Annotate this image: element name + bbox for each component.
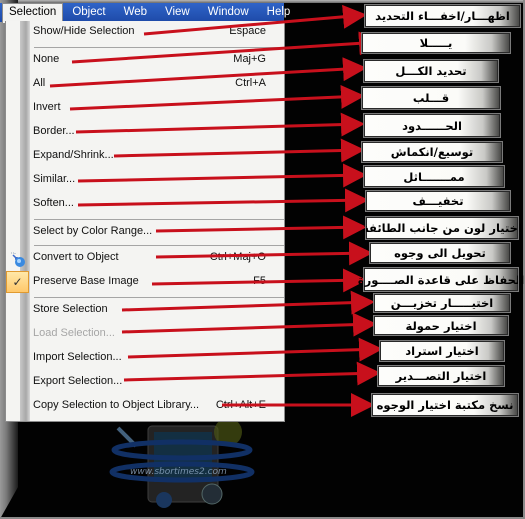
annotation-label: تحديد الكـــل (363, 59, 499, 83)
frame-corner (0, 480, 22, 519)
menu-separator (34, 219, 284, 220)
annotation-label: اختيـــــار تخزيـــن (373, 293, 511, 313)
menu-web[interactable]: Web (115, 3, 156, 22)
convert-to-object-icon (11, 252, 25, 267)
annotation-label: قـــلب (361, 86, 501, 110)
watermark-logo (109, 420, 255, 508)
tutorial-screenshot: www.sbortimes2.com Selection Object Web … (0, 0, 525, 519)
annotation-label: تخفيـــف (365, 190, 511, 212)
annotation-label: اختيار التصـــدير (377, 365, 505, 387)
menu-item-load-selection[interactable]: Load Selection... (6, 323, 284, 347)
menu-item-convert-to-object[interactable]: Convert to Object Ctrl+Maj+O (6, 247, 284, 271)
menu-separator (34, 245, 284, 246)
annotation-label: الحفاظ على قاعدة الصــــورة (358, 267, 524, 292)
annotation-label: توسيع/انكماش (361, 141, 503, 163)
annotation-label: اختيار لون من جانب الطائفة (362, 216, 522, 240)
annotation-label: اظهـــار/اخفـــاء التحديد (364, 4, 521, 28)
menu-item-store-selection[interactable]: Store Selection (6, 299, 284, 323)
annotation-label: اختيار استراد (379, 340, 505, 362)
menu-selection[interactable]: Selection (2, 3, 64, 23)
menu-view[interactable]: View (156, 3, 199, 22)
selection-dropdown-menu: Show/Hide Selection Espace None Maj+G Al… (5, 21, 285, 422)
menu-item-soften[interactable]: Soften... (6, 193, 284, 217)
menu-item-expand-shrink[interactable]: Expand/Shrink... (6, 145, 284, 169)
menu-separator (34, 47, 284, 48)
menu-item-invert[interactable]: Invert (6, 97, 284, 121)
annotation-label: اختيار حمولة (373, 315, 509, 336)
annotation-label: ممـــــــاثل (363, 165, 505, 188)
annotation-label: الحــــــدود (363, 113, 501, 138)
menu-item-import-selection[interactable]: Import Selection... (6, 347, 284, 371)
menu-item-none[interactable]: None Maj+G (6, 49, 284, 73)
menu-separator (34, 297, 284, 298)
annotation-label: يـــــلا (361, 32, 511, 54)
menu-item-all[interactable]: All Ctrl+A (6, 73, 284, 97)
menu-window[interactable]: Window (199, 3, 258, 22)
menu-item-select-by-color-range[interactable]: Select by Color Range... (6, 221, 284, 245)
menu-item-preserve-base-image[interactable]: ✓ Preserve Base Image F5 (6, 271, 284, 295)
menu-object[interactable]: Object (63, 3, 114, 22)
annotation-label: نسخ مكتبة اختيار الوجوه (371, 393, 519, 417)
menu-item-copy-selection-to-object-library[interactable]: Copy Selection to Object Library... Ctrl… (6, 395, 284, 419)
menu-bar: Selection Object Web View Window Help (0, 3, 290, 23)
menu-help[interactable]: Help (258, 3, 300, 22)
menu-item-show-hide-selection[interactable]: Show/Hide Selection Espace (6, 21, 284, 45)
menu-item-border[interactable]: Border... (6, 121, 284, 145)
menu-item-similar[interactable]: Similar... (6, 169, 284, 193)
menu-item-export-selection[interactable]: Export Selection... (6, 371, 284, 395)
watermark-text: www.sbortimes2.com (130, 467, 227, 477)
annotation-label: تحويل الى وجوه (369, 242, 511, 264)
checkmark-icon: ✓ (6, 271, 29, 293)
